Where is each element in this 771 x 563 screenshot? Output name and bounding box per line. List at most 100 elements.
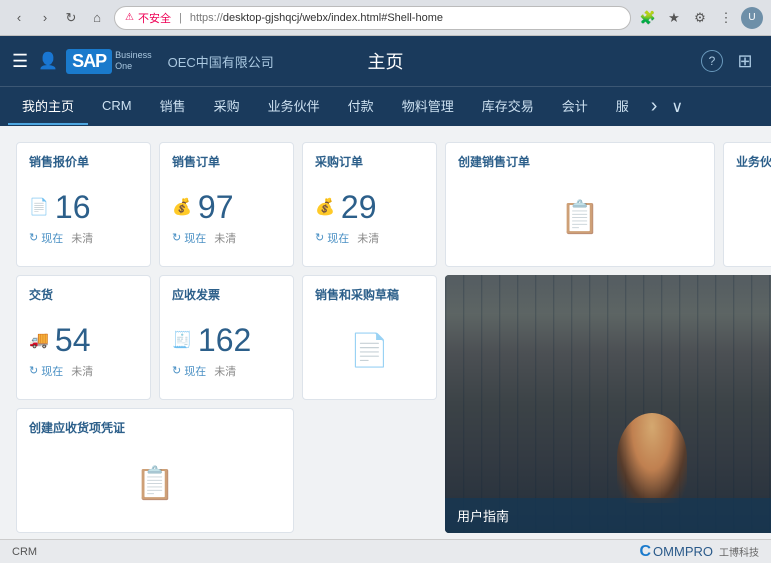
sap-business-one-label: Business One	[115, 50, 152, 72]
person-silhouette	[617, 413, 687, 503]
widget-user-guide[interactable]: 用户指南	[445, 275, 771, 533]
menu-button[interactable]: ⋮	[715, 7, 737, 29]
forward-button[interactable]: ›	[34, 7, 56, 29]
tab-my-home[interactable]: 我的主页	[8, 88, 88, 125]
section-label: CRM	[12, 546, 37, 558]
nav-more-button[interactable]: ›	[645, 91, 664, 122]
sap-header: ☰ 👤 SAP Business One OEC中国有限公司 主页 ? ⊞	[0, 36, 771, 86]
settings-button[interactable]: ⚙	[689, 7, 711, 29]
widget-status-row: ↻ 现在 未清	[29, 230, 138, 246]
widget-status-row: ↻ 现在 未清	[172, 230, 281, 246]
hamburger-menu-button[interactable]: ☰	[12, 51, 28, 72]
widget-delivery: 交货 🚚 54 ↻ 现在 未清	[16, 275, 151, 400]
help-button[interactable]: ?	[701, 50, 723, 72]
pending-status: 未清	[71, 363, 93, 379]
widget-create-sales-order: 创建销售订单 📋	[445, 142, 715, 267]
purchase-order-count: 29	[341, 189, 377, 226]
expand-button[interactable]: ⊞	[731, 47, 759, 75]
widget-ar-invoice-body: 🧾 162 ↻ 现在 未清	[172, 311, 281, 389]
sap-logo-text: SAP	[66, 49, 112, 74]
tab-inventory[interactable]: 库存交易	[468, 88, 548, 125]
logo-rest: OMMPRO	[653, 544, 713, 559]
widget-count-row: 🚚 54	[29, 322, 138, 359]
widget-create-ar-receipt-title: 创建应收货项凭证	[29, 419, 281, 436]
widget-create-ar-receipt-body: 📋	[29, 444, 281, 522]
current-status[interactable]: ↻ 现在	[29, 363, 63, 379]
widget-create-sales-order-title: 创建销售订单	[458, 153, 702, 170]
widget-draft-body: 📄	[315, 311, 424, 389]
widget-business-partner: 业务伙伴 👤	[723, 142, 771, 267]
widget-delivery-body: 🚚 54 ↻ 现在 未清	[29, 311, 138, 389]
create-receipt-icon: 📋	[135, 464, 175, 502]
pending-status: 未清	[357, 230, 379, 246]
delivery-icon: 🚚	[29, 330, 49, 350]
widget-status-row: ↻ 现在 未清	[172, 363, 281, 379]
sales-quote-count: 16	[55, 189, 91, 226]
tab-payment[interactable]: 付款	[334, 88, 388, 125]
ar-invoice-count: 162	[198, 322, 251, 359]
logo-sub: 工博科技	[719, 544, 759, 559]
widget-sales-order: 销售订单 💰 97 ↻ 现在 未清	[159, 142, 294, 267]
nav-expand-button[interactable]: ∨	[665, 93, 689, 121]
widget-count-row: 🧾 162	[172, 322, 281, 359]
url-domain: desktop-gjshqcj/webx/index.html#Shell-ho…	[223, 12, 443, 24]
home-button[interactable]: ⌂	[86, 7, 108, 29]
current-status[interactable]: ↻ 现在	[315, 230, 349, 246]
browser-actions: 🧩 ★ ⚙ ⋮ U	[637, 7, 763, 29]
widget-purchase-order: 采购订单 💰 29 ↻ 现在 未清	[302, 142, 437, 267]
company-name: OEC中国有限公司	[168, 52, 274, 71]
widget-status-row: ↻ 现在 未清	[315, 230, 424, 246]
widget-ar-invoice: 应收发票 🧾 162 ↻ 现在 未清	[159, 275, 294, 400]
nav-tabs: 我的主页 CRM 销售 采购 业务伙伴 付款 物料管理 库存交易 会计 服 › …	[0, 86, 771, 126]
create-doc-icon: 📋	[560, 198, 600, 236]
widget-create-sales-order-body: 📋	[458, 178, 702, 256]
url-prefix: https://	[190, 12, 223, 24]
delivery-count: 54	[55, 322, 91, 359]
main-content: 销售报价单 📄 16 ↻ 现在 未清 销售订单 💰 97	[0, 126, 771, 539]
current-status[interactable]: ↻ 现在	[172, 363, 206, 379]
widget-count-row: 💰 29	[315, 189, 424, 226]
address-bar[interactable]: ⚠ 不安全 | https://desktop-gjshqcj/webx/ind…	[114, 6, 631, 30]
widget-count-row: 📄 16	[29, 189, 138, 226]
widget-sales-quote-body: 📄 16 ↻ 现在 未清	[29, 178, 138, 256]
tab-business-partner[interactable]: 业务伙伴	[254, 88, 334, 125]
extensions-button[interactable]: 🧩	[637, 7, 659, 29]
pending-status: 未清	[214, 363, 236, 379]
widget-sales-quote-title: 销售报价单	[29, 153, 138, 170]
widget-count-row: 💰 97	[172, 189, 281, 226]
bookmark-button[interactable]: ★	[663, 7, 685, 29]
draft-icon: 📄	[350, 331, 390, 369]
current-status[interactable]: ↻ 现在	[172, 230, 206, 246]
current-status[interactable]: ↻ 现在	[29, 230, 63, 246]
tab-accounting[interactable]: 会计	[548, 88, 602, 125]
header-actions: ? ⊞	[701, 47, 759, 75]
tab-service[interactable]: 服	[602, 88, 643, 125]
tab-crm[interactable]: CRM	[88, 90, 146, 123]
order-icon: 💰	[172, 197, 192, 217]
bottom-logo: C OMMPRO 工博科技	[639, 543, 759, 561]
widget-sales-order-title: 销售订单	[172, 153, 281, 170]
logo-c: C	[639, 543, 651, 561]
widget-purchase-order-body: 💰 29 ↻ 现在 未清	[315, 178, 424, 256]
page-title: 主页	[368, 48, 404, 74]
tab-materials[interactable]: 物料管理	[388, 88, 468, 125]
pending-status: 未清	[214, 230, 236, 246]
widget-create-ar-receipt: 创建应收货项凭证 📋	[16, 408, 294, 533]
widget-business-partner-title: 业务伙伴	[736, 153, 771, 170]
widget-purchase-order-title: 采购订单	[315, 153, 424, 170]
user-button[interactable]: 👤	[38, 51, 58, 71]
avatar[interactable]: U	[741, 7, 763, 29]
blue-overlay	[445, 275, 771, 533]
tab-purchase[interactable]: 采购	[200, 88, 254, 125]
pending-status: 未清	[71, 230, 93, 246]
invoice-icon: 🧾	[172, 330, 192, 350]
tab-sales[interactable]: 销售	[146, 88, 200, 125]
sap-logo: SAP Business One	[66, 49, 152, 74]
bottom-bar: CRM C OMMPRO 工博科技	[0, 539, 771, 563]
refresh-button[interactable]: ↻	[60, 7, 82, 29]
security-warning-text: 不安全	[138, 10, 171, 26]
widget-sales-order-body: 💰 97 ↻ 现在 未清	[172, 178, 281, 256]
back-button[interactable]: ‹	[8, 7, 30, 29]
sales-order-count: 97	[198, 189, 234, 226]
doc-icon: 📄	[29, 197, 49, 217]
